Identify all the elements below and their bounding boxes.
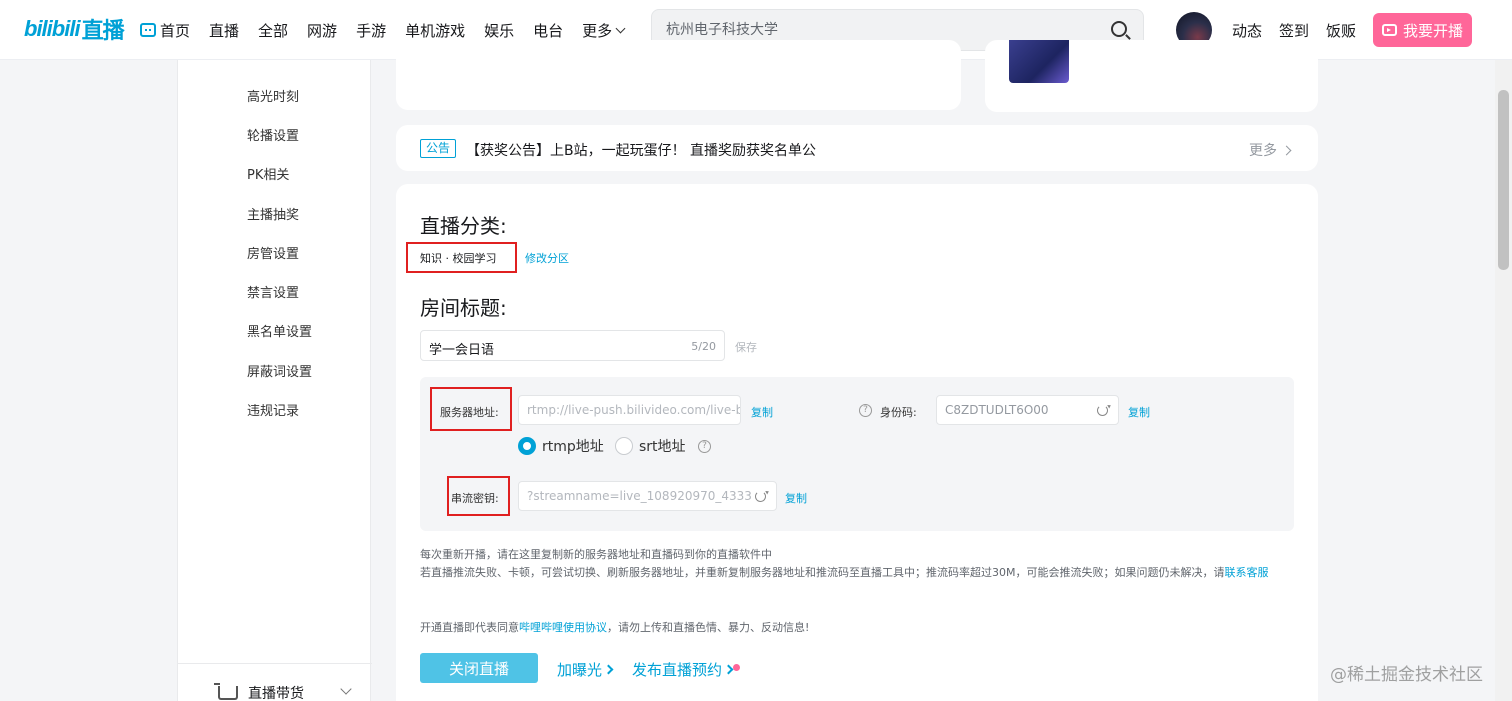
sidebar: 高光时刻 轮播设置 PK相关 主播抽奖 房管设置 禁言设置 黑名单设置 屏蔽词设… — [177, 60, 372, 701]
sidebar-item-violations[interactable]: 违规记录 — [247, 400, 299, 419]
chevron-right-icon — [723, 664, 734, 675]
stream-settings-box: 服务器地址: rtmp://live-push.bilivideo.com/li… — [420, 377, 1294, 531]
recommend-card — [985, 40, 1318, 112]
nav-single-player[interactable]: 单机游戏 — [405, 20, 465, 41]
schedule-live-link[interactable]: 发布直播预约 — [632, 659, 734, 680]
go-live-button[interactable]: 我要开播 — [1373, 13, 1472, 47]
nav-home[interactable]: 首页 — [140, 20, 190, 41]
page-scrollbar[interactable] — [1495, 60, 1512, 701]
help-icon[interactable]: ? — [859, 404, 872, 417]
notice-bar: 公告 【获奖公告】上B站，一起玩蛋仔！ 直播奖励获奖名单公 更多 — [396, 125, 1318, 171]
live-settings-panel: 直播分类: 知识 · 校园学习 修改分区 房间标题: 学一会日语 5/20 保存… — [396, 184, 1318, 701]
tv-icon — [140, 23, 156, 37]
scrollbar-thumb[interactable] — [1498, 90, 1509, 270]
chevron-right-icon — [1281, 145, 1292, 155]
checkin-link[interactable]: 签到 — [1279, 20, 1309, 41]
category-heading: 直播分类: — [420, 214, 507, 238]
nav-online-games[interactable]: 网游 — [307, 20, 337, 41]
sidebar-item-highlights[interactable]: 高光时刻 — [247, 86, 299, 105]
refresh-icon[interactable] — [1097, 405, 1108, 416]
sidebar-item-blocked-words[interactable]: 屏蔽词设置 — [247, 361, 312, 380]
sidebar-item-pk[interactable]: PK相关 — [247, 164, 289, 183]
notice-text[interactable]: 【获奖公告】上B站，一起玩蛋仔！ 直播奖励获奖名单公 — [466, 140, 816, 160]
contact-support-link[interactable]: 联系客服 — [1224, 566, 1268, 579]
sidebar-item-mute[interactable]: 禁言设置 — [247, 282, 299, 301]
rtmp-radio[interactable]: rtmp地址 — [518, 436, 604, 456]
boost-exposure-link[interactable]: 加曝光 — [557, 659, 614, 680]
nav-live[interactable]: 直播 — [209, 20, 239, 41]
sidebar-item-blacklist[interactable]: 黑名单设置 — [247, 321, 312, 340]
sidebar-item-carousel[interactable]: 轮播设置 — [247, 125, 299, 144]
search-icon[interactable] — [1111, 21, 1127, 37]
category-value: 知识 · 校园学习 — [420, 252, 497, 265]
agreement-text: 开通直播即代表同意哔哩哔哩使用协议，请勿上传和直播色情、暴力、反动信息! — [420, 621, 810, 634]
notification-dot — [733, 664, 740, 671]
sidebar-item-admins[interactable]: 房管设置 — [247, 243, 299, 262]
stream-key-field[interactable]: ?streamname=live_108920970_4333 — [518, 481, 777, 511]
nav-mobile-games[interactable]: 手游 — [356, 20, 386, 41]
chevron-down-icon — [615, 23, 626, 33]
user-agreement-link[interactable]: 哔哩哔哩使用协议 — [519, 621, 607, 634]
nav-more[interactable]: 更多 — [582, 20, 626, 41]
chevron-right-icon — [603, 664, 614, 675]
title-char-count: 5/20 — [691, 340, 716, 353]
server-address-label: 服务器地址: — [440, 406, 499, 419]
room-title-heading: 房间标题: — [420, 296, 507, 320]
camera-icon — [1381, 24, 1397, 36]
instructions-line-2: 若直播推流失败、卡顿，可尝试切换、刷新服务器地址，并重新复制服务器地址和推流码至… — [420, 566, 1269, 579]
nav-radio[interactable]: 电台 — [533, 20, 563, 41]
nav-all[interactable]: 全部 — [258, 20, 288, 41]
copy-server-button[interactable]: 复制 — [751, 404, 773, 420]
nav-entertainment[interactable]: 娱乐 — [484, 20, 514, 41]
info-card — [396, 40, 961, 110]
sidebar-divider — [178, 663, 372, 664]
shop-link[interactable]: 饭贩 — [1326, 20, 1356, 41]
edit-category-link[interactable]: 修改分区 — [525, 250, 569, 266]
notice-more-link[interactable]: 更多 — [1249, 140, 1292, 160]
stream-key-label: 串流密钥: — [451, 492, 499, 505]
srt-radio[interactable]: srt地址 — [615, 436, 686, 456]
bilibili-live-logo[interactable]: bilibili 直播 — [24, 14, 125, 44]
sidebar-item-live-commerce[interactable]: 直播带货 — [214, 683, 352, 701]
refresh-icon[interactable] — [755, 491, 766, 502]
dynamic-link[interactable]: 动态 — [1232, 20, 1262, 41]
help-icon[interactable]: ? — [698, 440, 711, 453]
sidebar-item-lottery[interactable]: 主播抽奖 — [247, 204, 299, 223]
instructions-line-1: 每次重新开播，请在这里复制新的服务器地址和直播码到你的直播软件中 — [420, 548, 772, 561]
id-code-field[interactable]: C8ZDTUDLT6O00 — [936, 395, 1119, 425]
notice-badge: 公告 — [420, 139, 457, 158]
close-live-button[interactable]: 关闭直播 — [420, 653, 538, 683]
recommend-thumbnail[interactable] — [1009, 40, 1069, 83]
id-code-label: 身份码: — [880, 406, 917, 419]
copy-id-button[interactable]: 复制 — [1128, 404, 1150, 420]
chevron-down-icon — [340, 683, 352, 695]
watermark: @稀土掘金技术社区 — [1330, 665, 1483, 685]
copy-stream-key-button[interactable]: 复制 — [785, 490, 807, 506]
cart-icon — [214, 683, 238, 700]
search-input[interactable] — [666, 21, 1086, 37]
server-address-field[interactable]: rtmp://live-push.bilivideo.com/live-bvc/ — [518, 395, 741, 425]
save-title-button[interactable]: 保存 — [735, 339, 757, 355]
room-title-input[interactable]: 学一会日语 5/20 — [420, 330, 725, 361]
